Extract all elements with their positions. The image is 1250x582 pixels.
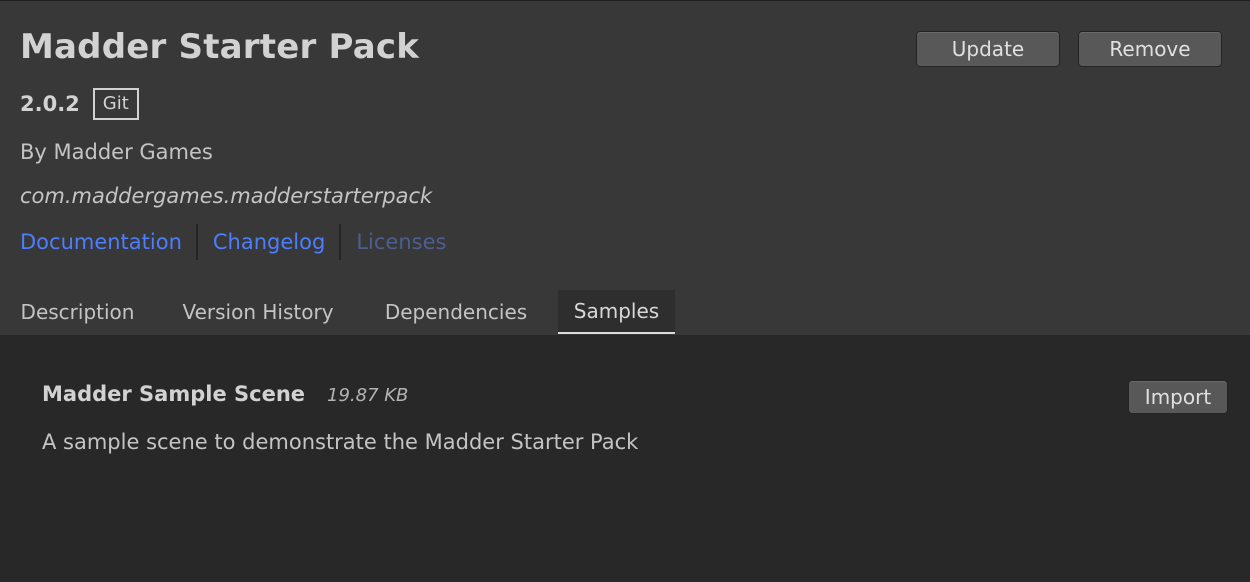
version-row: 2.0.2 Git <box>20 88 139 120</box>
import-button[interactable]: Import <box>1128 380 1228 414</box>
update-button[interactable]: Update <box>916 31 1060 67</box>
tab-samples[interactable]: Samples <box>558 290 675 334</box>
package-tabs: Description Version History Dependencies… <box>0 290 1250 336</box>
package-title: Madder Starter Pack <box>20 27 420 67</box>
package-header: Madder Starter Pack 2.0.2 Git By Madder … <box>0 0 1250 335</box>
sample-name: Madder Sample Scene <box>42 382 306 406</box>
source-badge: Git <box>92 88 139 120</box>
samples-panel: Madder Sample Scene 19.87 KB A sample sc… <box>0 335 1250 582</box>
sample-size: 19.87 KB <box>327 385 409 406</box>
tab-dependencies[interactable]: Dependencies <box>362 290 550 334</box>
link-divider <box>339 224 342 260</box>
package-version: 2.0.2 <box>20 92 80 116</box>
package-author: By Madder Games <box>20 140 213 164</box>
licenses-link: Licenses <box>356 230 447 254</box>
package-id: com.maddergames.madderstarterpack <box>20 184 433 208</box>
sample-description: A sample scene to demonstrate the Madder… <box>42 430 639 454</box>
tab-version-history[interactable]: Version History <box>160 290 356 334</box>
remove-button[interactable]: Remove <box>1078 31 1222 67</box>
documentation-link[interactable]: Documentation <box>20 224 182 260</box>
changelog-link[interactable]: Changelog <box>213 224 325 260</box>
tab-description[interactable]: Description <box>0 290 155 334</box>
package-links: Documentation Changelog Licenses <box>20 223 446 261</box>
link-divider <box>195 224 198 260</box>
